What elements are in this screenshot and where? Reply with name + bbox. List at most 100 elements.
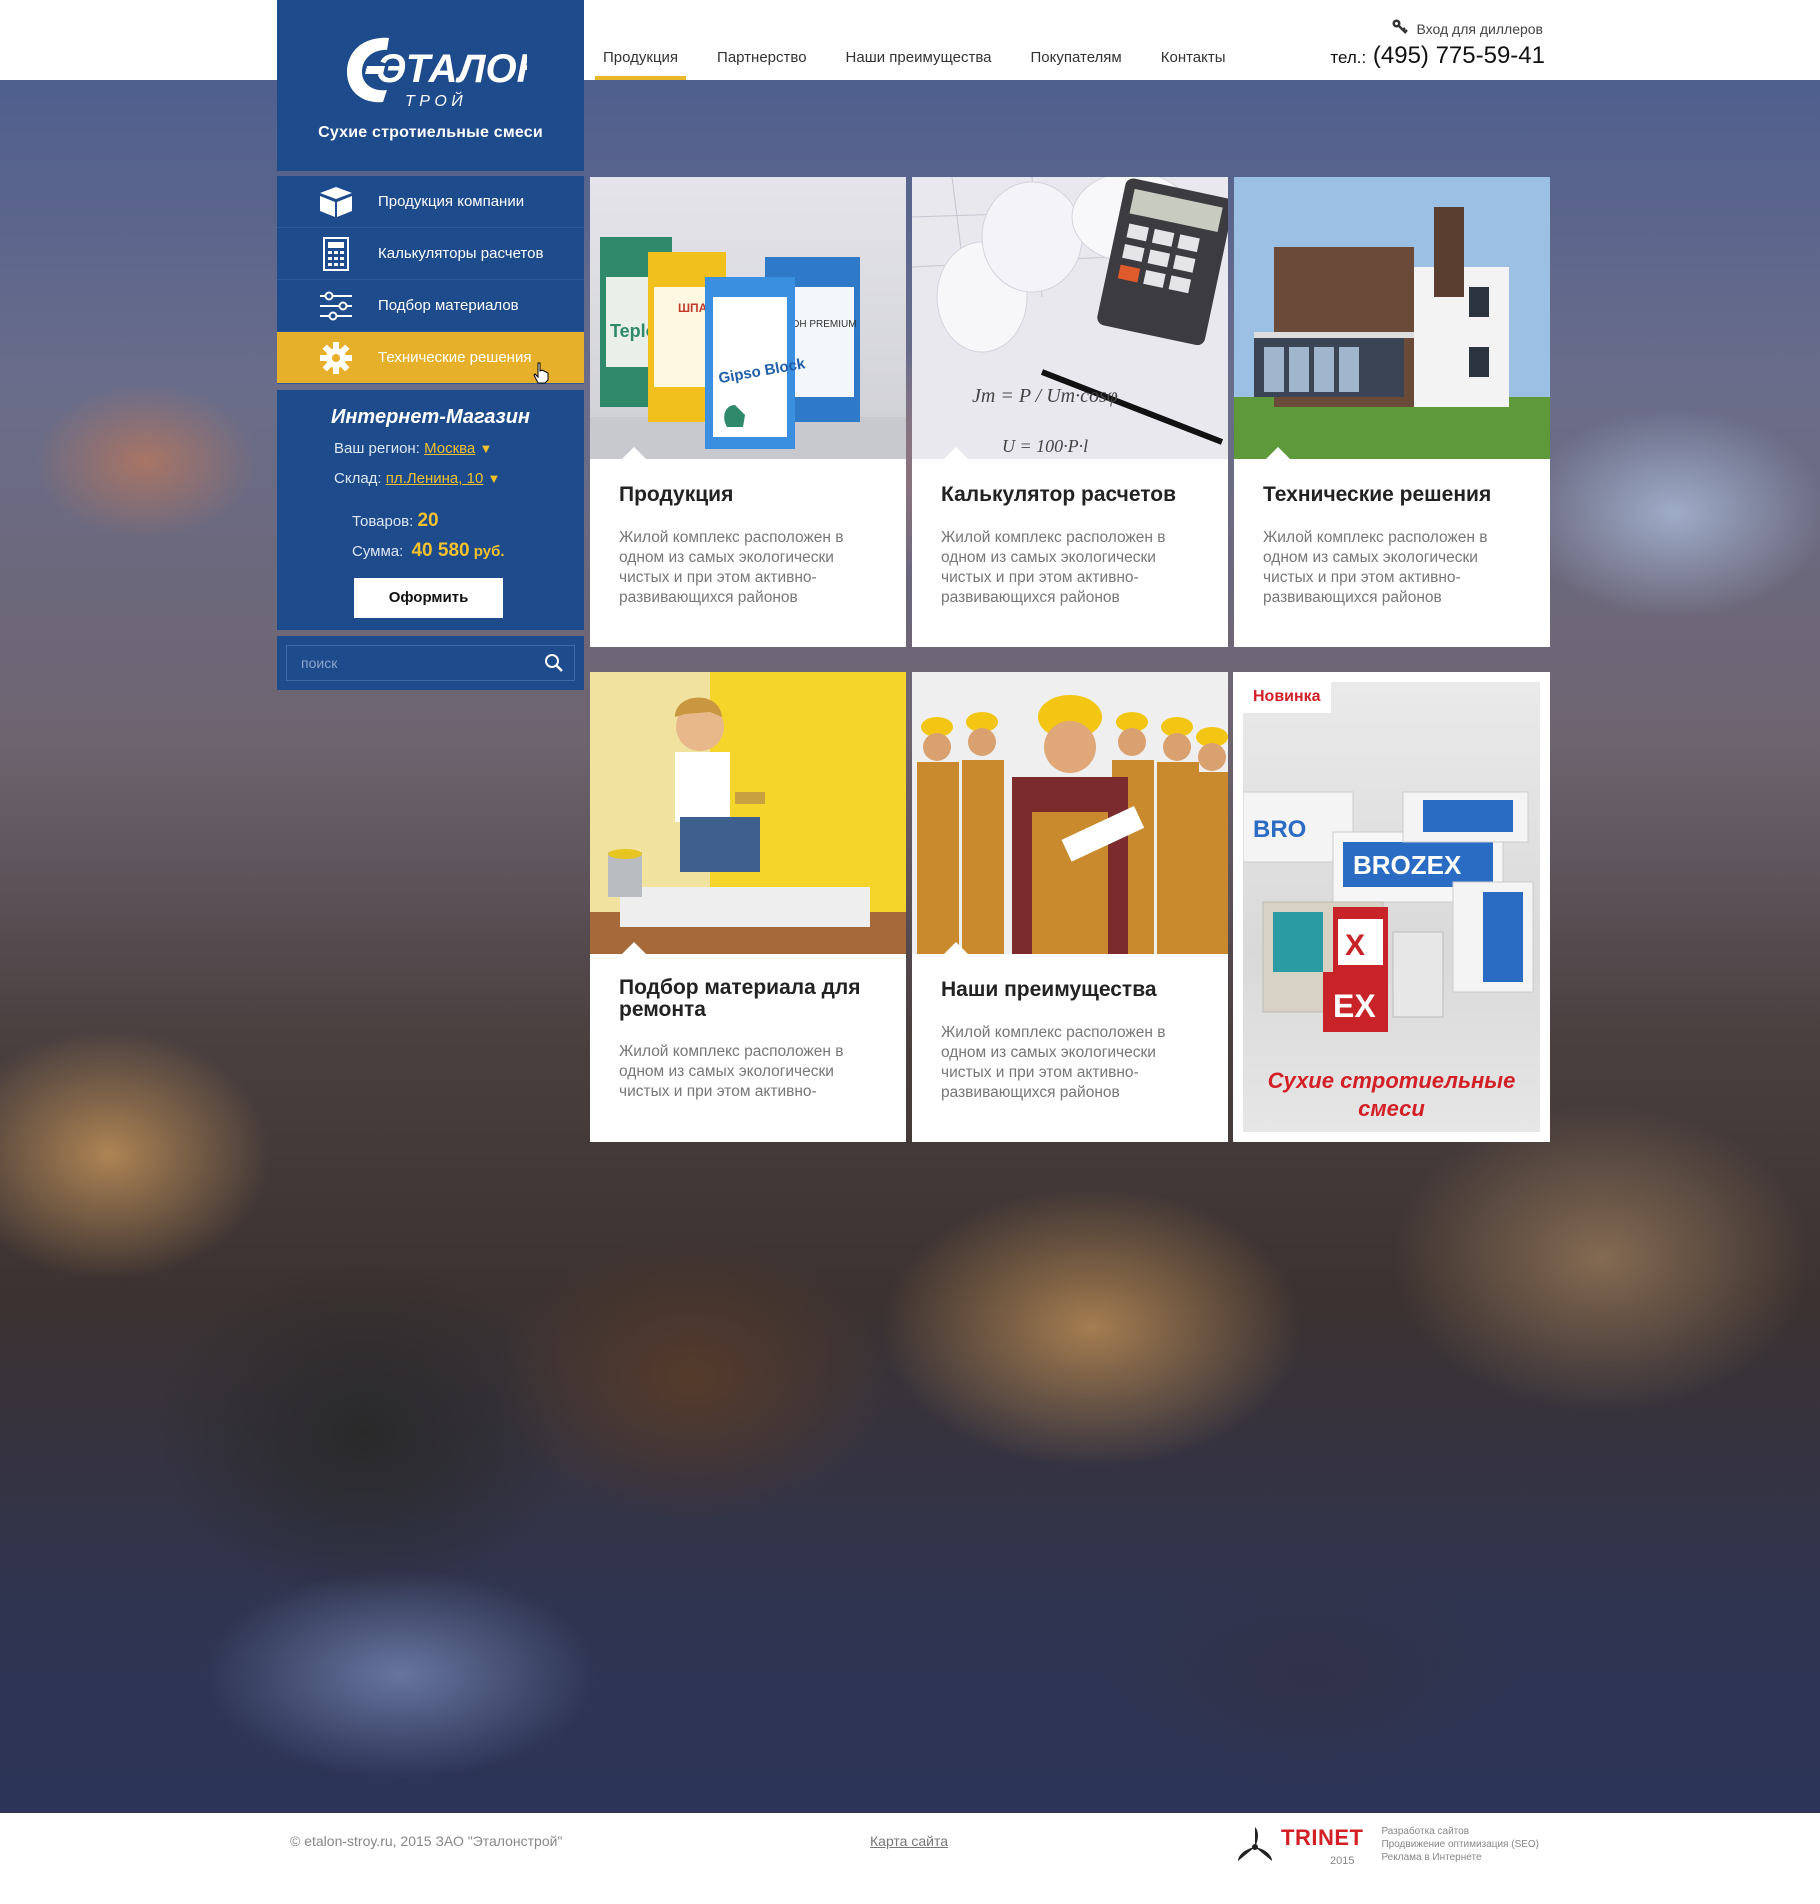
warehouse-row: Склад: пл.Ленина, 10 ▼: [334, 470, 500, 487]
sum-currency: руб.: [473, 543, 505, 560]
sidebar-item-calculators[interactable]: Калькуляторы расчетов: [277, 228, 584, 280]
card-text: Жилой комплекс расположен в одном из сам…: [619, 1043, 844, 1100]
painter-image: [590, 672, 906, 954]
card-text: Жилой комплекс расположен в одном из сам…: [941, 529, 1166, 606]
card-advantages[interactable]: Наши преимущества Жилой комплекс располо…: [912, 672, 1228, 1142]
footer: © etalon-stroy.ru, 2015 ЗАО "Эталонстрой…: [0, 1813, 1820, 1904]
sitemap-link[interactable]: Карта сайта: [870, 1833, 948, 1849]
svg-text:EX: EX: [1333, 988, 1376, 1024]
items-row: Товаров: 20: [352, 510, 439, 532]
card-title: Технические решения: [1263, 483, 1492, 506]
chevron-down-icon[interactable]: ▼: [479, 441, 492, 456]
svg-text:ШПА: ШПА: [678, 301, 708, 315]
hand-cursor-icon: [533, 362, 549, 388]
chevron-down-icon[interactable]: ▼: [487, 471, 500, 486]
phone: тел.: (495) 775-59-41: [1330, 42, 1545, 70]
order-button[interactable]: Оформить: [354, 578, 503, 618]
nav-item-advantages[interactable]: Наши преимущества: [838, 0, 1000, 80]
developer-logo[interactable]: TRINET 2015 Разработка сайтов Продвижени…: [1235, 1825, 1539, 1870]
promo-text: Сухие стротиельные смеси: [1267, 1068, 1516, 1121]
search-box: поиск: [277, 636, 584, 690]
svg-text:ЛОН PREMIUM: ЛОН PREMIUM: [785, 319, 857, 330]
logo-main-text: ЭТАЛОН: [377, 47, 527, 91]
developer-service-line: Продвижение оптимизация (SEO): [1381, 1839, 1540, 1850]
svg-text:Jm = P / Um·cosφ: Jm = P / Um·cosφ: [972, 385, 1118, 407]
items-count: 20: [417, 510, 439, 531]
header: Продукция Партнерство Наши преимущества …: [0, 0, 1820, 80]
sidebar-item-products[interactable]: Продукция компании: [277, 176, 584, 228]
sidebar-item-materials[interactable]: Подбор материалов: [277, 280, 584, 332]
promo-banner[interactable]: BRO BROZEX X EX Новинка Сухие стротиельн…: [1233, 672, 1550, 1142]
card-tech-solutions[interactable]: Технические решения Жилой комплекс распо…: [1234, 177, 1550, 647]
main-nav: Продукция Партнерство Наши преимущества …: [595, 0, 1257, 80]
developer-year: 2015: [1330, 1855, 1355, 1867]
dealer-login-link[interactable]: Вход для диллеров: [1391, 18, 1544, 39]
sum-row: Сумма: 40 580 руб.: [352, 540, 505, 562]
logo-tagline: Сухие стротиельные смеси: [318, 124, 543, 141]
card-products[interactable]: Teplo ШПА ЛОН PREMIUM Gipso Block Продук…: [590, 177, 906, 647]
nav-item-customers[interactable]: Покупателям: [1023, 0, 1130, 80]
card-text: Жилой комплекс расположен в одном из сам…: [941, 1024, 1166, 1101]
card-material-selection[interactable]: Подбор материала для ремонта Жилой компл…: [590, 672, 906, 1142]
svg-text:BRO: BRO: [1253, 816, 1306, 843]
trinet-logo-icon: [1235, 1825, 1275, 1870]
sum-label: Сумма:: [352, 543, 404, 560]
card-text: Жилой комплекс расположен в одном из сам…: [1263, 529, 1488, 606]
card-title: Продукция: [619, 483, 734, 506]
search-input[interactable]: поиск: [286, 645, 575, 681]
online-shop-panel: Интернет-Магазин Ваш регион: Москва ▼ Ск…: [277, 390, 584, 630]
card-title: Подбор материала для ремонта: [619, 976, 861, 1021]
developer-services: Разработка сайтов Продвижение оптимизаци…: [1381, 1825, 1539, 1864]
calculator-icon: [312, 234, 360, 274]
sidebar-item-tech-solutions[interactable]: Технические решения: [277, 332, 584, 384]
svg-text:X: X: [1345, 929, 1365, 962]
copyright: © etalon-stroy.ru, 2015 ЗАО "Эталонстрой…: [290, 1833, 563, 1849]
logo-sub-text: Т Р О Й: [405, 91, 463, 110]
side-menu: Продукция компании Калькуляторы расчетов…: [277, 176, 584, 384]
search-icon[interactable]: [544, 653, 564, 678]
nav-item-products[interactable]: Продукция: [595, 0, 687, 80]
promo-brand-text: BROZEX: [1353, 850, 1462, 880]
products-image: Teplo ШПА ЛОН PREMIUM Gipso Block: [590, 177, 906, 459]
region-label: Ваш регион:: [334, 440, 420, 457]
card-notch: [622, 447, 646, 459]
sidebar-item-label: Подбор материалов: [378, 297, 519, 314]
phone-prefix: тел.:: [1330, 48, 1367, 67]
workers-image: [912, 672, 1228, 954]
card-notch: [1266, 447, 1290, 459]
sliders-icon: [312, 286, 360, 326]
gear-icon: [312, 338, 360, 378]
logo-mark: ЭТАЛОН Т Р О Й: [347, 37, 527, 110]
svg-text:U = 100·P·l: U = 100·P·l: [1002, 436, 1088, 456]
box-icon: [312, 182, 360, 222]
house-image: [1234, 177, 1550, 459]
sidebar-item-label: Калькуляторы расчетов: [378, 245, 544, 262]
shop-title: Интернет-Магазин: [330, 406, 531, 428]
nav-item-partnership[interactable]: Партнерство: [709, 0, 815, 80]
card-title: Калькулятор расчетов: [941, 483, 1176, 506]
card-notch: [944, 942, 968, 954]
card-notch: [944, 447, 968, 459]
card-notch: [622, 942, 646, 954]
region-select[interactable]: Москва: [424, 440, 475, 457]
calculator-image: Jm = P / Um·cosφ U = 100·P·l: [912, 177, 1228, 459]
sidebar-item-label: Технические решения: [378, 349, 532, 366]
dealer-login-label: Вход для диллеров: [1416, 20, 1544, 37]
region-row: Ваш регион: Москва ▼: [334, 440, 492, 457]
sidebar-item-label: Продукция компании: [378, 193, 525, 210]
card-title: Наши преимущества: [941, 978, 1157, 1001]
logo[interactable]: ЭТАЛОН Т Р О Й Сухие стротиельные смеси: [277, 0, 584, 171]
phone-number: (495) 775-59-41: [1372, 42, 1545, 69]
promo-badge: Новинка: [1243, 682, 1331, 713]
nav-item-contacts[interactable]: Контакты: [1153, 0, 1234, 80]
items-label: Товаров:: [352, 513, 414, 530]
promo-image: BRO BROZEX X EX Новинка Сухие стротиельн…: [1243, 682, 1540, 1132]
warehouse-select[interactable]: пл.Ленина, 10: [386, 470, 484, 487]
key-icon: [1391, 18, 1409, 39]
card-calculator[interactable]: Jm = P / Um·cosφ U = 100·P·l Калькулятор…: [912, 177, 1228, 647]
warehouse-label: Склад:: [334, 470, 382, 487]
developer-service-line: Реклама в Интернете: [1381, 1852, 1482, 1863]
developer-service-line: Разработка сайтов: [1381, 1826, 1470, 1837]
developer-name: TRINET: [1281, 1825, 1364, 1850]
card-text: Жилой комплекс расположен в одном из сам…: [619, 529, 844, 606]
